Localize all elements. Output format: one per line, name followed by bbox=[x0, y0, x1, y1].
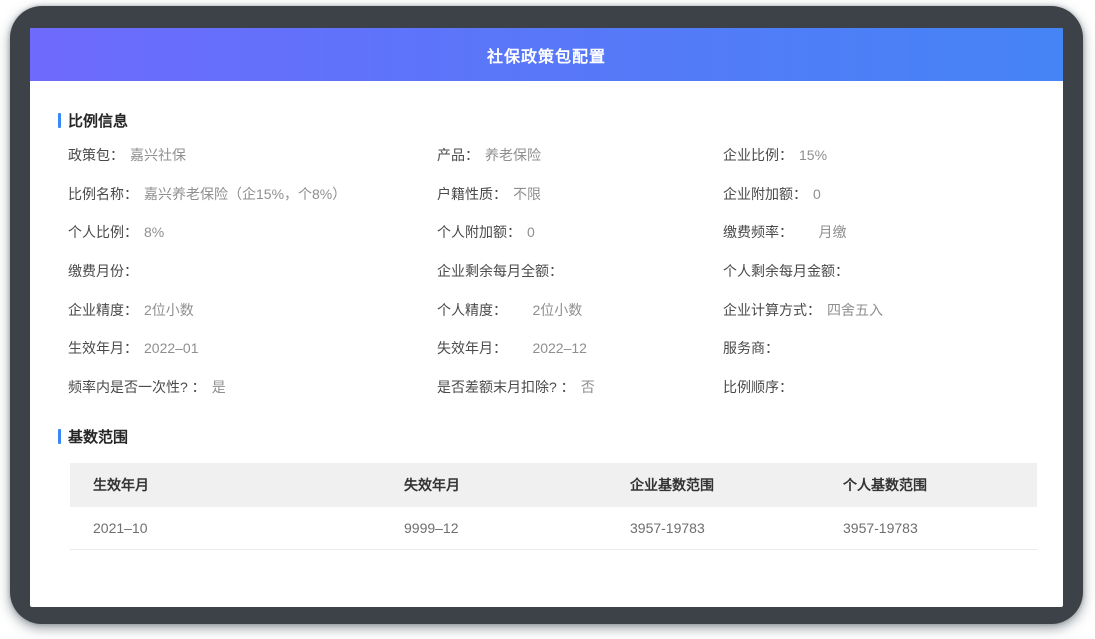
field-value: 2位小数 bbox=[144, 302, 194, 318]
field-personal-monthly-remainder: 个人剩余每月金额： bbox=[723, 261, 1037, 300]
field-company-ratio: 企业比例： 15% bbox=[723, 145, 1037, 184]
field-company-precision: 企业精度： 2位小数 bbox=[68, 300, 437, 339]
table-header-cell-company-base-range: 企业基数范围 bbox=[607, 463, 820, 507]
field-value: 0 bbox=[813, 186, 821, 202]
field-value: 2022–12 bbox=[513, 340, 587, 356]
base-range-section-title: 基数范围 bbox=[68, 426, 128, 447]
section-accent-bar bbox=[58, 429, 61, 444]
field-company-extra-amount: 企业附加额： 0 bbox=[723, 184, 1037, 223]
section-accent-bar bbox=[58, 113, 61, 128]
field-label: 失效年月： bbox=[437, 340, 507, 356]
field-value: 否 bbox=[581, 379, 595, 395]
table-cell-effective-month: 2021–10 bbox=[70, 507, 381, 550]
field-deduct-diff-last-month: 是否差额末月扣除? ： 否 bbox=[437, 377, 723, 416]
dialog-title: 社保政策包配置 bbox=[487, 43, 606, 67]
field-value: 养老保险 bbox=[485, 147, 541, 163]
field-value: 四舍五入 bbox=[827, 302, 883, 318]
table-cell-personal-base-range: 3957-19783 bbox=[820, 507, 1037, 550]
base-range-table: 生效年月 失效年月 企业基数范围 个人基数范围 2021–10 9999–12 … bbox=[70, 463, 1037, 550]
field-value: 月缴 bbox=[799, 224, 846, 240]
field-value: 0 bbox=[527, 224, 535, 240]
field-label: 缴费频率： bbox=[723, 224, 793, 240]
field-value: 8% bbox=[144, 224, 164, 240]
field-value: 嘉兴社保 bbox=[130, 147, 186, 163]
field-payment-frequency: 缴费频率： 月缴 bbox=[723, 222, 1037, 261]
field-household-type: 户籍性质： 不限 bbox=[437, 184, 723, 223]
window-frame: 社保政策包配置 比例信息 政策包： 嘉兴社保 产品： 养老保险 企业比例： 15% 比… bbox=[10, 6, 1083, 624]
field-label: 个人比例： bbox=[68, 224, 138, 240]
ratio-info-section-header: 比例信息 bbox=[58, 110, 1037, 131]
field-company-calc-method: 企业计算方式： 四舍五入 bbox=[723, 300, 1037, 339]
field-label: 户籍性质： bbox=[437, 186, 507, 202]
table-row: 2021–10 9999–12 3957-19783 3957-19783 bbox=[70, 507, 1037, 550]
field-label: 比例名称： bbox=[68, 186, 138, 202]
dialog-header: 社保政策包配置 bbox=[30, 28, 1063, 81]
field-label: 缴费月份： bbox=[68, 263, 138, 279]
field-label: 企业精度： bbox=[68, 302, 138, 318]
field-label: 个人精度： bbox=[437, 302, 507, 318]
ratio-info-section-title: 比例信息 bbox=[68, 110, 128, 131]
field-value: 2位小数 bbox=[513, 302, 582, 318]
dialog-body: 比例信息 政策包： 嘉兴社保 产品： 养老保险 企业比例： 15% 比例名称： 嘉兴养老… bbox=[30, 81, 1063, 550]
field-company-monthly-remainder: 企业剩余每月全额： bbox=[437, 261, 723, 300]
field-personal-ratio: 个人比例： 8% bbox=[68, 222, 437, 261]
field-value: 2022–01 bbox=[144, 340, 199, 356]
field-label: 企业比例： bbox=[723, 147, 793, 163]
field-label: 企业计算方式： bbox=[723, 302, 821, 318]
field-label: 频率内是否一次性? ： bbox=[68, 379, 206, 395]
field-service-provider: 服务商： bbox=[723, 338, 1037, 377]
table-header-cell-expiry-month: 失效年月 bbox=[381, 463, 607, 507]
field-ratio-name: 比例名称： 嘉兴养老保险（企15%，个8%） bbox=[68, 184, 437, 223]
field-label: 比例顺序： bbox=[723, 379, 793, 395]
field-value: 是 bbox=[212, 379, 226, 395]
field-value: 不限 bbox=[513, 186, 541, 202]
field-payment-month: 缴费月份： bbox=[68, 261, 437, 300]
field-expiry-month: 失效年月： 2022–12 bbox=[437, 338, 723, 377]
table-header-row: 生效年月 失效年月 企业基数范围 个人基数范围 bbox=[70, 463, 1037, 507]
field-ratio-order: 比例顺序： bbox=[723, 377, 1037, 416]
ratio-info-fields: 政策包： 嘉兴社保 产品： 养老保险 企业比例： 15% 比例名称： 嘉兴养老保险（企1… bbox=[58, 145, 1037, 416]
field-value: 嘉兴养老保险（企15%，个8%） bbox=[144, 186, 346, 202]
field-value: 15% bbox=[799, 147, 827, 163]
field-label: 个人附加额： bbox=[437, 224, 521, 240]
field-personal-precision: 个人精度： 2位小数 bbox=[437, 300, 723, 339]
base-range-section-header: 基数范围 bbox=[58, 426, 1037, 447]
field-product: 产品： 养老保险 bbox=[437, 145, 723, 184]
field-label: 服务商： bbox=[723, 340, 779, 356]
field-label: 生效年月： bbox=[68, 340, 138, 356]
field-personal-extra-amount: 个人附加额： 0 bbox=[437, 222, 723, 261]
field-label: 政策包： bbox=[68, 147, 124, 163]
field-label: 产品： bbox=[437, 147, 479, 163]
table-cell-expiry-month: 9999–12 bbox=[381, 507, 607, 550]
field-label: 企业剩余每月全额： bbox=[437, 263, 563, 279]
field-label: 企业附加额： bbox=[723, 186, 807, 202]
field-effective-month: 生效年月： 2022–01 bbox=[68, 338, 437, 377]
table-header-cell-personal-base-range: 个人基数范围 bbox=[820, 463, 1037, 507]
field-policy-package: 政策包： 嘉兴社保 bbox=[68, 145, 437, 184]
table-cell-company-base-range: 3957-19783 bbox=[607, 507, 820, 550]
field-label: 是否差额末月扣除? ： bbox=[437, 379, 575, 395]
field-label: 个人剩余每月金额： bbox=[723, 263, 849, 279]
policy-config-dialog: 社保政策包配置 比例信息 政策包： 嘉兴社保 产品： 养老保险 企业比例： 15% 比… bbox=[30, 28, 1063, 607]
table-header-cell-effective-month: 生效年月 bbox=[70, 463, 381, 507]
field-once-per-frequency: 频率内是否一次性? ： 是 bbox=[68, 377, 437, 416]
